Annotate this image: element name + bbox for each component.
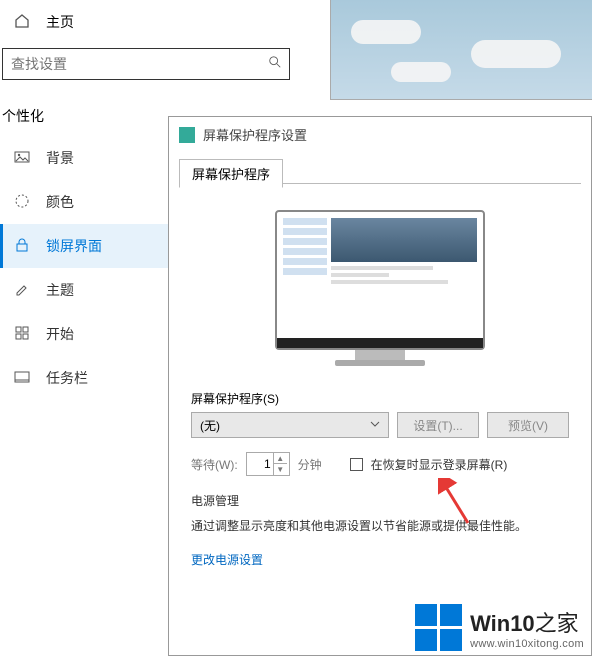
tab-body: 屏幕保护程序(S) (无) 设置(T)... 预览(V) 等待(W): ▲▼ 分… xyxy=(169,184,591,568)
nav-label: 颜色 xyxy=(46,192,74,212)
dialog-title: 屏幕保护程序设置 xyxy=(203,125,307,144)
spin-up-icon[interactable]: ▲ xyxy=(274,453,287,464)
power-desc: 通过调整显示亮度和其他电源设置以节省能源或提供最佳性能。 xyxy=(191,517,569,535)
nav-label: 开始 xyxy=(46,324,74,344)
dialog-titlebar: 屏幕保护程序设置 xyxy=(169,117,591,152)
palette-icon xyxy=(14,193,32,212)
tab-screensaver[interactable]: 屏幕保护程序 xyxy=(179,159,283,188)
screensaver-label: 屏幕保护程序(S) xyxy=(191,390,569,407)
wait-label: 等待(W): xyxy=(191,456,238,473)
watermark-brand-prefix: Win10 xyxy=(470,611,535,636)
resume-label: 在恢复时显示登录屏幕(R) xyxy=(371,456,508,473)
nav-label: 锁屏界面 xyxy=(46,236,102,256)
lockscreen-preview xyxy=(330,0,592,100)
lock-icon xyxy=(14,237,32,256)
search-box[interactable] xyxy=(2,48,290,80)
home-label: 主页 xyxy=(46,12,74,32)
tab-strip: 屏幕保护程序 xyxy=(179,158,581,184)
screensaver-dialog: 屏幕保护程序设置 屏幕保护程序 屏幕保护程序(S) xyxy=(168,116,592,656)
dialog-icon xyxy=(179,127,195,143)
watermark: Win10之家 www.win10xitong.com xyxy=(415,604,584,651)
windows-logo-icon xyxy=(415,604,462,651)
power-title: 电源管理 xyxy=(191,492,569,509)
search-input[interactable] xyxy=(3,56,261,72)
home-icon xyxy=(14,13,32,32)
start-icon xyxy=(14,325,32,344)
nav-label: 任务栏 xyxy=(46,368,88,388)
dropdown-value: (无) xyxy=(200,417,220,434)
theme-icon xyxy=(14,281,32,300)
screensaver-dropdown[interactable]: (无) xyxy=(191,412,389,438)
preview-button[interactable]: 预览(V) xyxy=(487,412,569,438)
monitor-preview xyxy=(275,210,485,366)
home-nav-item[interactable]: 主页 xyxy=(0,0,320,44)
power-settings-link[interactable]: 更改电源设置 xyxy=(191,551,569,568)
spin-down-icon[interactable]: ▼ xyxy=(274,464,287,475)
wait-unit: 分钟 xyxy=(298,456,322,473)
watermark-url: www.win10xitong.com xyxy=(470,638,584,650)
watermark-brand-suffix: 之家 xyxy=(535,611,579,636)
wait-spinner[interactable]: ▲▼ xyxy=(246,452,290,476)
resume-checkbox[interactable] xyxy=(350,458,363,471)
settings-button[interactable]: 设置(T)... xyxy=(397,412,479,438)
search-icon xyxy=(261,55,289,74)
picture-icon xyxy=(14,149,32,168)
taskbar-icon xyxy=(14,369,32,388)
nav-label: 主题 xyxy=(46,280,74,300)
nav-label: 背景 xyxy=(46,148,74,168)
wait-input[interactable] xyxy=(247,457,273,471)
chevron-down-icon xyxy=(370,418,380,432)
